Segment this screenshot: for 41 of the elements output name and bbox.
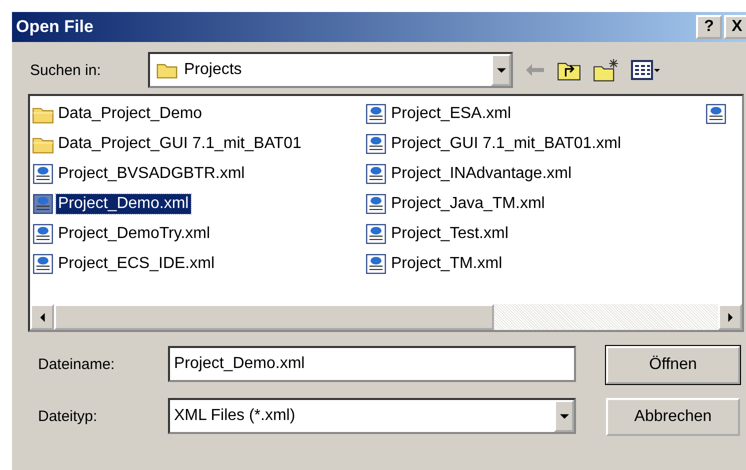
file-name: Project_INAdvantage.xml: [390, 164, 573, 184]
document-icon: [32, 163, 54, 185]
document-icon: [32, 193, 54, 215]
document-icon: [705, 103, 727, 125]
close-button[interactable]: X: [724, 15, 746, 39]
file-name-label: Dateiname:: [38, 356, 116, 372]
open-button[interactable]: Öffnen: [606, 346, 740, 384]
file-name: Project_TM.xml: [390, 254, 504, 274]
file-name: Project_DemoTry.xml: [57, 224, 212, 244]
document-icon: [32, 223, 54, 245]
file-type-label: Dateityp:: [38, 408, 98, 424]
window-title: Open File: [16, 17, 94, 37]
file-name: Data_Project_GUI 7.1_mit_BAT01: [57, 134, 302, 154]
file-name: Data_Project_Demo: [57, 104, 204, 124]
file-name: Project_BVSADGBTR.xml: [57, 164, 246, 184]
look-in-label: Suchen in:: [30, 62, 102, 78]
new-folder-icon[interactable]: [593, 58, 619, 82]
file-name: Project_Test.xml: [390, 224, 510, 244]
document-icon: [365, 163, 387, 185]
file-name: Project_ECS_IDE.xml: [57, 254, 216, 274]
file-name: Project_Demo.xml: [56, 194, 191, 214]
scroll-left-icon[interactable]: [30, 304, 54, 330]
horizontal-scrollbar[interactable]: [30, 304, 742, 330]
document-icon: [365, 133, 387, 155]
file-name: Project_ESA.xml: [390, 104, 512, 124]
cancel-button[interactable]: Abbrechen: [606, 398, 740, 436]
document-icon: [365, 253, 387, 275]
document-icon: [32, 253, 54, 275]
file-name-field[interactable]: Project_Demo.xml: [168, 346, 576, 382]
file-name: Project_GUI 7.1_mit_BAT01.xml: [390, 134, 622, 154]
document-icon: [365, 103, 387, 125]
folder-icon: [156, 61, 178, 79]
view-menu-icon[interactable]: [631, 60, 661, 80]
scroll-right-icon[interactable]: [718, 304, 742, 330]
file-name: Project_Java_TM.xml: [390, 194, 546, 214]
document-icon: [365, 193, 387, 215]
look-in-dropdown[interactable]: Projects: [148, 52, 513, 88]
help-button[interactable]: ?: [696, 15, 722, 39]
file-type-dropdown[interactable]: XML Files (*.xml): [168, 398, 576, 434]
document-icon: [365, 223, 387, 245]
scroll-thumb[interactable]: [54, 304, 494, 330]
